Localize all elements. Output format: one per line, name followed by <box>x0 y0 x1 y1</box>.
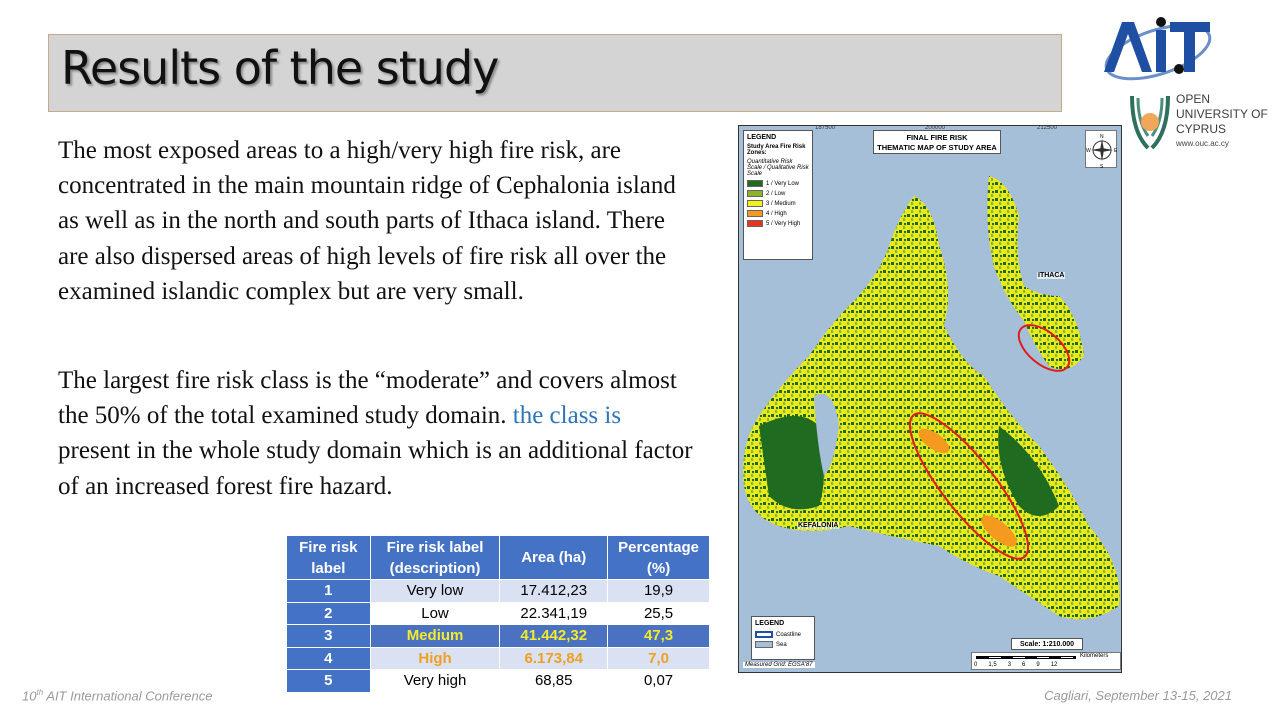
svg-text:N: N <box>1100 134 1104 140</box>
row-pct: 25,5 <box>607 601 710 625</box>
map-scale: Scale: 1:210.000 <box>1011 638 1083 650</box>
row-area: 41.442,32 <box>499 624 609 648</box>
row-label: 5 <box>286 669 371 693</box>
row-area: 17.412,23 <box>499 579 609 603</box>
legend-coastline: Coastline <box>755 631 811 638</box>
grid-note: Measured Grid: EGSA'87 <box>743 662 815 668</box>
legend2-title: LEGEND <box>755 620 785 627</box>
table-row: 1 Very low 17.412,23 19,9 <box>286 579 710 603</box>
legend-title: LEGEND <box>747 134 777 141</box>
row-desc: High <box>369 646 501 670</box>
ouc-name: OPEN UNIVERSITY OF CYPRUS <box>1176 92 1268 137</box>
table-row: 5 Very high 68,85 0,07 <box>286 669 710 693</box>
row-label: 2 <box>286 601 371 625</box>
footer-conference: 10th AIT International Conference <box>22 688 213 704</box>
legend-item: 2 / Low <box>747 190 809 197</box>
row-pct: 7,0 <box>607 646 710 670</box>
ait-logo <box>1098 14 1216 94</box>
row-area: 68,85 <box>499 669 609 693</box>
legend-item: 1 / Very Low <box>747 180 809 187</box>
ouc-url: www.ouc.ac.cy <box>1176 139 1229 148</box>
ouc-logo: OPEN UNIVERSITY OF CYPRUS www.ouc.ac.cy <box>1128 92 1268 152</box>
legend-item: 3 / Medium <box>747 200 809 207</box>
row-label: 4 <box>286 646 371 670</box>
row-pct: 19,9 <box>607 579 710 603</box>
map-title: FINAL FIRE RISK THEMATIC MAP OF STUDY AR… <box>873 130 1001 154</box>
footer-location-date: Cagliari, September 13-15, 2021 <box>1044 688 1232 703</box>
header-description: Fire risk label (description) <box>369 535 501 580</box>
svg-text:S: S <box>1100 164 1104 169</box>
row-label: 1 <box>286 579 371 603</box>
svg-text:E: E <box>1114 148 1118 154</box>
paragraph-1: The most exposed areas to a high/very hi… <box>58 137 676 305</box>
fire-risk-table: Fire risk label Fire risk label (descrip… <box>286 535 710 693</box>
row-area: 6.173,84 <box>499 646 609 670</box>
paragraph-2-highlight: the class is <box>512 402 622 430</box>
table-row: 2 Low 22.341,19 25,5 <box>286 601 710 625</box>
title-bar: Results of the study <box>48 34 1062 112</box>
table-header-row: Fire risk label Fire risk label (descrip… <box>286 535 710 580</box>
map-title-line2: THEMATIC MAP OF STUDY AREA <box>877 143 997 152</box>
ouc-emblem-icon <box>1130 95 1170 150</box>
paragraph-2: The largest fire risk class is the “mode… <box>58 363 698 504</box>
row-desc: Medium <box>369 624 501 648</box>
legend-subtitle: Study Area Fire Risk Zones: <box>747 144 806 156</box>
legend-sea: Sea <box>755 641 811 648</box>
header-label: Fire risk label <box>286 535 371 580</box>
fire-risk-map: 187500 200000 212500 LEGEND Study Area F… <box>738 125 1122 673</box>
paragraph-2-end: present in the whole study domain which … <box>58 437 693 500</box>
scale-unit: Kilometers <box>1080 653 1109 659</box>
ouc-line2: UNIVERSITY OF <box>1176 107 1268 121</box>
x-coord: 212500 <box>1037 125 1058 131</box>
svg-text:W: W <box>1086 148 1091 154</box>
table-row: 4 High 6.173,84 7,0 <box>286 646 710 670</box>
row-label: 3 <box>286 624 371 648</box>
scale-bar: Kilometers 0 1,5 3 6 9 12 <box>971 652 1121 670</box>
header-area: Area (ha) <box>499 535 609 580</box>
label-kefalonia: KEFALONIA <box>797 522 840 529</box>
ouc-line3: CYPRUS <box>1176 122 1227 136</box>
row-area: 22.341,19 <box>499 601 609 625</box>
table-row: 3 Medium 41.442,32 47,3 <box>286 624 710 648</box>
map-legend-2: LEGEND Coastline Sea <box>751 616 815 660</box>
x-coord: 187500 <box>815 125 836 131</box>
slide-title: Results of the study <box>61 41 499 95</box>
row-desc: Low <box>369 601 501 625</box>
row-pct: 47,3 <box>607 624 710 648</box>
map-title-line1: FINAL FIRE RISK <box>906 133 968 142</box>
label-ithaca: ITHACA <box>1037 272 1066 279</box>
legend-item: 5 / Very High <box>747 220 809 227</box>
row-desc: Very high <box>369 669 501 693</box>
row-pct: 0,07 <box>607 669 710 693</box>
ouc-line1: OPEN <box>1176 92 1211 106</box>
legend-scale-note: Quantitative Risk Scale / Qualitative Ri… <box>747 159 809 177</box>
compass-icon: N S E W <box>1085 130 1118 170</box>
map-legend: LEGEND Study Area Fire Risk Zones: Quant… <box>743 130 813 260</box>
scale-ticks: 0 1,5 3 6 9 12 <box>974 662 1058 668</box>
legend-item: 4 / High <box>747 210 809 217</box>
row-desc: Very low <box>369 579 501 603</box>
header-percentage: Percentage (%) <box>607 535 710 580</box>
